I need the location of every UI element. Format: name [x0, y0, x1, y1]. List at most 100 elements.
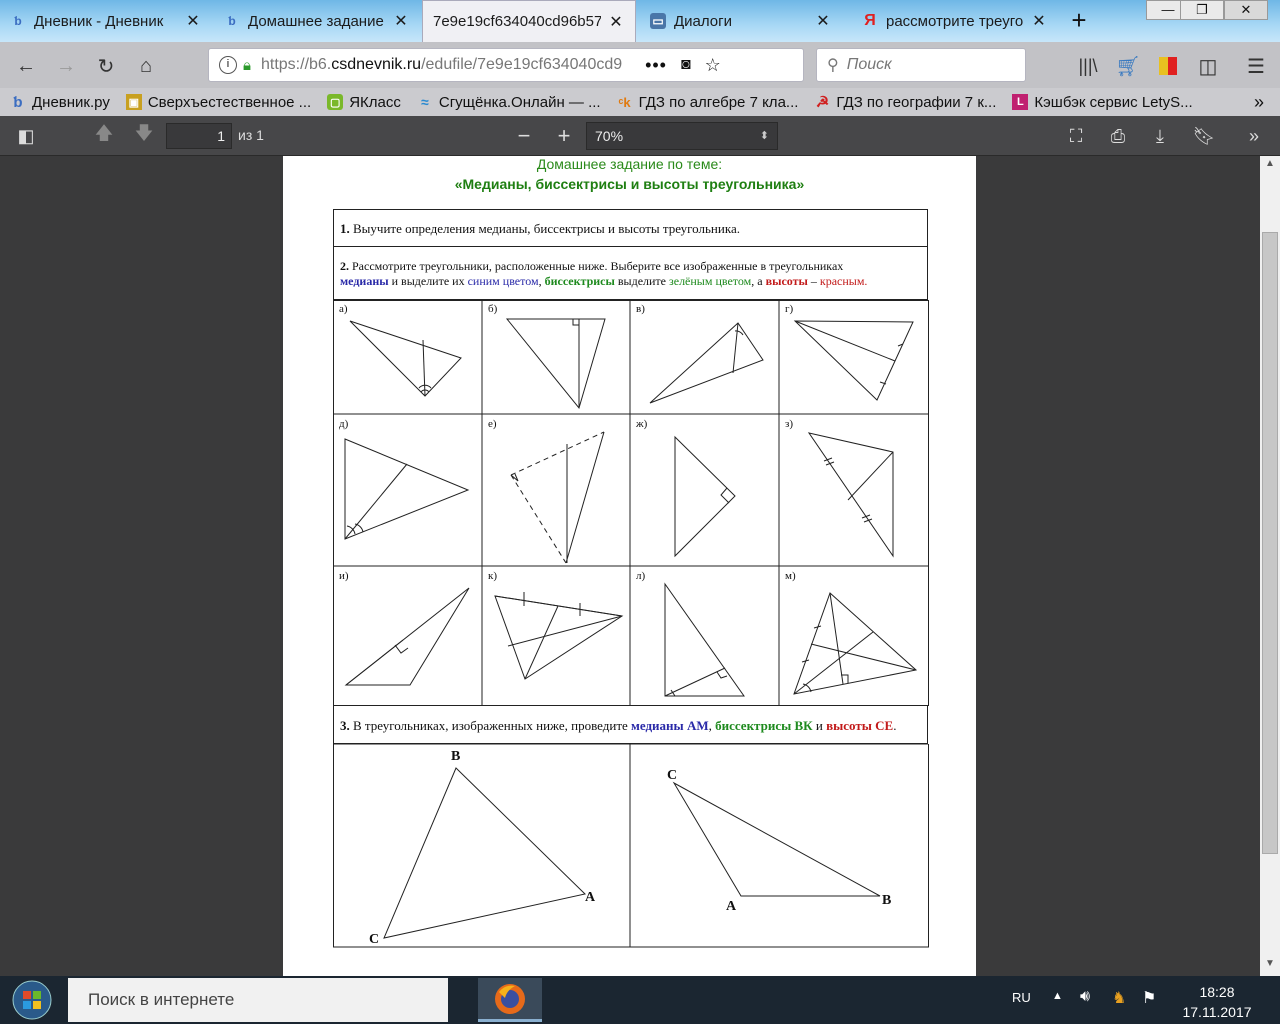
url-bar[interactable]: i 🔒︎ https://b6. csdnevnik.ru/edufile/7e9… — [208, 48, 804, 82]
back-button[interactable]: ← — [10, 50, 42, 82]
tab-dnevnik[interactable]: ƅ Дневник - Дневник ✕ — [0, 2, 212, 40]
text-fragment: и выделите их — [388, 274, 468, 288]
tab-yandex[interactable]: Я рассмотрите треуго ✕ — [852, 2, 1058, 40]
clock-date: 17.11.2017 — [1182, 1004, 1252, 1020]
page-number-input[interactable]: 1 — [166, 123, 232, 149]
dnevnik-icon: ƅ — [14, 14, 22, 28]
tab-label: Диалоги — [674, 12, 732, 30]
scroll-down-icon[interactable]: ▼ — [1260, 958, 1280, 976]
cell-label-v: в) — [636, 303, 645, 315]
reload-button[interactable]: ↻ — [90, 50, 122, 82]
bookmarks-overflow[interactable]: » — [1254, 92, 1264, 113]
bookmark-yaklass[interactable]: ▢ ЯКласс — [327, 94, 401, 111]
bookmark-sgushenka[interactable]: ≈ Сгущёнка.Онлайн — ... — [417, 94, 601, 111]
firefox-taskbar-button[interactable] — [478, 978, 542, 1022]
sidebar-toggle-icon: ◧ — [17, 125, 35, 146]
forward-button[interactable]: → — [50, 50, 82, 82]
menu-button[interactable]: ☰ — [1240, 50, 1272, 82]
triangle-m — [793, 592, 918, 695]
bookmark-icon: 🔖︎ — [1192, 125, 1216, 146]
bookmark-view-button[interactable]: 🔖︎ — [1190, 124, 1218, 148]
close-icon[interactable]: ✕ — [184, 11, 202, 31]
scrollbar-thumb[interactable] — [1262, 232, 1278, 854]
download-icon: ⤓ — [1156, 125, 1164, 146]
cell-label-g: г) — [785, 303, 794, 315]
question-2: 2. Рассмотрите треугольники, расположенн… — [333, 247, 928, 300]
search-bar[interactable]: ⚲ Поиск — [816, 48, 1026, 82]
library-button[interactable]: |||\ — [1072, 50, 1104, 82]
close-icon[interactable]: ✕ — [392, 11, 410, 31]
question-3: 3. В треугольниках, изображенных ниже, п… — [333, 705, 928, 744]
exercise-3-triangles: B A C C A B — [333, 744, 929, 948]
chevrons-right-icon: » — [1248, 125, 1259, 146]
close-icon[interactable]: ✕ — [1030, 11, 1048, 31]
question-number: 3. — [340, 718, 350, 733]
bookmark-supernatural[interactable]: ▣ Сверхъестественное ... — [125, 94, 311, 111]
next-page-button[interactable]: 🡇 — [130, 123, 158, 148]
start-button[interactable] — [6, 978, 58, 1022]
pocket-icon[interactable]: ◙ — [681, 56, 691, 74]
url-host: csdnevnik.ru — [331, 56, 422, 73]
triangle-g — [793, 320, 914, 401]
previous-page-button[interactable]: 🡅 — [90, 123, 118, 148]
arrow-left-icon: ← — [16, 54, 36, 77]
info-icon[interactable]: i — [219, 56, 237, 74]
taskbar-search-input[interactable]: Поиск в интернете — [68, 978, 448, 1022]
sidebar-button[interactable]: ◫ — [1192, 50, 1224, 82]
presentation-mode-button[interactable]: ⛶ — [1062, 124, 1090, 148]
home-button[interactable]: ⌂ — [130, 50, 162, 82]
tab-dialogs[interactable]: ▭ Диалоги ✕ — [640, 2, 842, 40]
pdf-viewer[interactable]: Домашнее задание по теме: «Медианы, бисс… — [0, 156, 1280, 976]
download-button[interactable]: ⤓ — [1146, 124, 1174, 148]
medians-word: медианы АМ — [631, 718, 709, 733]
app-tray-icon[interactable]: ♞ — [1112, 988, 1126, 1008]
windows-logo-icon — [12, 980, 52, 1020]
tab-label: Дневник - Дневник — [34, 12, 164, 30]
chevrons-right-icon: » — [1254, 91, 1265, 112]
new-tab-button[interactable]: + — [1062, 4, 1096, 38]
pdf-page: Домашнее задание по теме: «Медианы, бисс… — [283, 156, 976, 976]
lock-icon: 🔒︎ — [243, 56, 251, 74]
bookmark-star-icon[interactable]: ☆ — [705, 55, 721, 76]
url-scheme: https://b6. — [260, 56, 332, 73]
scroll-up-icon[interactable]: ▲ — [1260, 158, 1280, 176]
cell-label-a: а) — [339, 303, 348, 315]
bookmark-dnevnik[interactable]: ƅ Дневник.ру — [10, 94, 109, 111]
blue-word: синим цветом — [467, 274, 539, 288]
triangle-v — [649, 322, 764, 404]
cart-button[interactable]: 🛒︎ — [1112, 50, 1144, 82]
tab-homework[interactable]: ƅ Домашнее задание ✕ — [214, 2, 420, 40]
zoom-out-button[interactable]: − — [510, 123, 538, 148]
fullscreen-icon: ⛶ — [1069, 125, 1083, 146]
bookmark-gdz-algebra[interactable]: ᶜk ГДЗ по алгебре 7 кла... — [617, 94, 798, 111]
page-actions-icon[interactable]: ••• — [645, 55, 667, 76]
bookmark-letyshops[interactable]: L Кэшбэк сервис LetyS... — [1012, 94, 1193, 111]
vertex-b-label: B — [451, 749, 460, 764]
clock[interactable]: 18:28 17.11.2017 — [1180, 982, 1254, 1022]
zoom-select[interactable]: 70% ⬍ — [586, 122, 778, 150]
show-hidden-icons[interactable]: ▲ — [1052, 990, 1063, 1002]
text-fragment: . — [893, 718, 897, 733]
network-flag-icon[interactable]: ⚑ — [1142, 988, 1156, 1008]
close-icon[interactable]: ✕ — [814, 11, 832, 31]
tools-button[interactable]: » — [1240, 124, 1268, 148]
volume-icon[interactable]: 🔊︎ — [1080, 988, 1090, 1006]
text-fragment: – — [807, 274, 820, 288]
bookmark-gdz-geography[interactable]: ☭ ГДЗ по географии 7 к... — [814, 94, 997, 112]
zoom-in-button[interactable]: + — [550, 123, 578, 148]
triangle-a — [349, 320, 462, 397]
triangle-bac — [383, 767, 587, 939]
reload-icon: ↻ — [97, 55, 115, 78]
extension-button[interactable] — [1152, 50, 1184, 82]
vertex-c-label: C — [667, 768, 677, 783]
toggle-sidebar-button[interactable]: ◧ — [12, 124, 40, 148]
vertical-scrollbar[interactable]: ▲ ▼ — [1260, 156, 1280, 976]
language-indicator[interactable]: RU — [1012, 990, 1031, 1005]
window-close-button[interactable]: ✕ — [1224, 0, 1268, 20]
tab-pdf[interactable]: 7e9e19cf634040cd96b57 ✕ — [422, 0, 636, 42]
close-icon[interactable]: ✕ — [607, 12, 625, 32]
print-button[interactable]: ⎙ — [1104, 124, 1132, 148]
maximize-button[interactable]: ❐ — [1180, 0, 1224, 20]
page-heading-title: «Медианы, биссектрисы и высоты треугольн… — [454, 176, 805, 192]
plus-icon: + — [557, 123, 571, 148]
